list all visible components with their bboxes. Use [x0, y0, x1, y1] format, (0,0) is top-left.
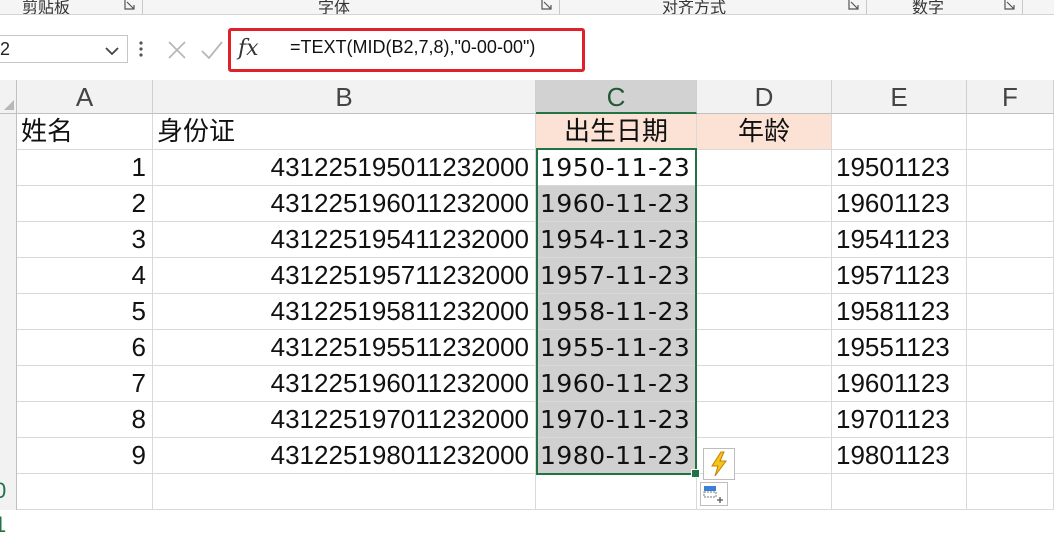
worksheet-grid: A B C D E F 0 1 姓名 身份证 出生日期 年龄 1 431225195011… [0, 80, 1054, 537]
formula-bar: 2 fx =TEXT(MID(B2,7,8),"0-00-00") [0, 15, 1054, 85]
formula-highlight-box [228, 28, 585, 72]
cell-date-digits[interactable]: 19601123 [832, 186, 967, 222]
cell-id-number[interactable]: 431225196011232000 [153, 366, 536, 402]
cell-id-number[interactable]: 431225195811232000 [153, 294, 536, 330]
cell-age[interactable] [697, 186, 832, 222]
cell-date-digits[interactable]: 19571123 [832, 258, 967, 294]
cancel-icon[interactable] [166, 39, 188, 66]
select-all-button[interactable] [0, 80, 17, 114]
cell-id-number[interactable]: 431225196011232000 [153, 186, 536, 222]
row-number-fragment[interactable]: 0 [0, 478, 6, 504]
cell-empty[interactable] [967, 330, 1054, 366]
cell-empty[interactable] [967, 366, 1054, 402]
cell-index[interactable]: 1 [17, 150, 153, 186]
cell-birthdate[interactable]: 1958-11-23 [536, 294, 697, 330]
cell-age[interactable] [697, 150, 832, 186]
ribbon-group-alignment: 对齐方式 [662, 0, 727, 15]
cell-birthdate[interactable]: 1950-11-23 [536, 150, 697, 186]
cell-empty[interactable] [17, 474, 153, 510]
row-number-fragment[interactable]: 1 [0, 512, 6, 538]
flash-fill-icon[interactable] [703, 448, 735, 480]
cell-date-digits[interactable]: 19701123 [832, 402, 967, 438]
cell-id-number[interactable]: 431225195511232000 [153, 330, 536, 366]
name-box[interactable]: 2 [0, 35, 128, 63]
cell-empty[interactable] [967, 294, 1054, 330]
cell-age[interactable] [697, 258, 832, 294]
column-header-b[interactable]: B [153, 80, 536, 114]
ribbon-group-font: 字体 [318, 0, 351, 15]
cell-id-number[interactable]: 431225195011232000 [153, 150, 536, 186]
cell-birthdate[interactable]: 1980-11-23 [536, 438, 697, 474]
cell-age[interactable] [697, 366, 832, 402]
cell-header-e[interactable] [832, 114, 967, 150]
row-header-strip: 0 1 [0, 114, 17, 537]
cell-index[interactable]: 2 [17, 186, 153, 222]
cell-birthdate[interactable]: 1960-11-23 [536, 366, 697, 402]
column-header-c[interactable]: C [536, 80, 697, 114]
chevron-down-icon[interactable] [105, 43, 119, 61]
cell-date-digits[interactable]: 19501123 [832, 150, 967, 186]
dialog-launcher-icon[interactable] [848, 0, 860, 10]
cell-header-name[interactable]: 姓名 [17, 114, 153, 150]
column-header-e[interactable]: E [832, 80, 967, 114]
cell-header-birthdate[interactable]: 出生日期 [536, 114, 697, 150]
cell-birthdate[interactable]: 1955-11-23 [536, 330, 697, 366]
cell-birthdate[interactable]: 1960-11-23 [536, 186, 697, 222]
cell-index[interactable]: 5 [17, 294, 153, 330]
more-options-icon[interactable] [138, 39, 144, 64]
cell-empty[interactable] [967, 222, 1054, 258]
cell-birthdate[interactable]: 1957-11-23 [536, 258, 697, 294]
cell-index[interactable]: 9 [17, 438, 153, 474]
column-header-f[interactable]: F [967, 80, 1054, 114]
column-header-a[interactable]: A [17, 80, 153, 114]
fill-handle[interactable] [691, 469, 700, 478]
cell-header-id[interactable]: 身份证 [153, 114, 536, 150]
cell-index[interactable]: 6 [17, 330, 153, 366]
cell-birthdate[interactable]: 1954-11-23 [536, 222, 697, 258]
cell-empty[interactable] [967, 150, 1054, 186]
cell-date-digits[interactable]: 19581123 [832, 294, 967, 330]
cell-empty[interactable] [536, 474, 697, 510]
ribbon-group-clipboard: 剪贴板 [22, 0, 71, 15]
cell-empty[interactable] [967, 258, 1054, 294]
cell-index[interactable]: 7 [17, 366, 153, 402]
ribbon-group-labels: 剪贴板 字体 对齐方式 数字 [0, 0, 1054, 15]
cell-empty[interactable] [967, 402, 1054, 438]
cell-empty[interactable] [832, 474, 967, 510]
cell-empty[interactable] [967, 438, 1054, 474]
cell-age[interactable] [697, 294, 832, 330]
name-box-value: 2 [0, 39, 11, 59]
cell-date-digits[interactable]: 19541123 [832, 222, 967, 258]
cell-header-age[interactable]: 年龄 [697, 114, 832, 150]
cell-index[interactable]: 8 [17, 402, 153, 438]
cell-age[interactable] [697, 402, 832, 438]
cell-id-number[interactable]: 431225195411232000 [153, 222, 536, 258]
dialog-launcher-icon[interactable] [1004, 0, 1016, 10]
autofill-options-icon[interactable] [700, 482, 728, 506]
cell-empty[interactable] [967, 186, 1054, 222]
cell-age[interactable] [697, 222, 832, 258]
cell-date-digits[interactable]: 19551123 [832, 330, 967, 366]
cell-id-number[interactable]: 431225195711232000 [153, 258, 536, 294]
cell-id-number[interactable]: 431225198011232000 [153, 438, 536, 474]
cell-birthdate[interactable]: 1970-11-23 [536, 402, 697, 438]
cell-age[interactable] [697, 330, 832, 366]
cell-index[interactable]: 3 [17, 222, 153, 258]
ribbon-group-number: 数字 [912, 0, 945, 15]
dialog-launcher-icon[interactable] [541, 0, 553, 10]
column-header-d[interactable]: D [697, 80, 832, 114]
cell-date-digits[interactable]: 19801123 [832, 438, 967, 474]
cell-empty[interactable] [967, 474, 1054, 510]
cell-empty[interactable] [153, 474, 536, 510]
cell-date-digits[interactable]: 19601123 [832, 366, 967, 402]
cell-id-number[interactable]: 431225197011232000 [153, 402, 536, 438]
dialog-launcher-icon[interactable] [124, 0, 136, 10]
cell-index[interactable]: 4 [17, 258, 153, 294]
enter-icon[interactable] [200, 39, 224, 66]
cell-empty[interactable] [967, 114, 1054, 150]
